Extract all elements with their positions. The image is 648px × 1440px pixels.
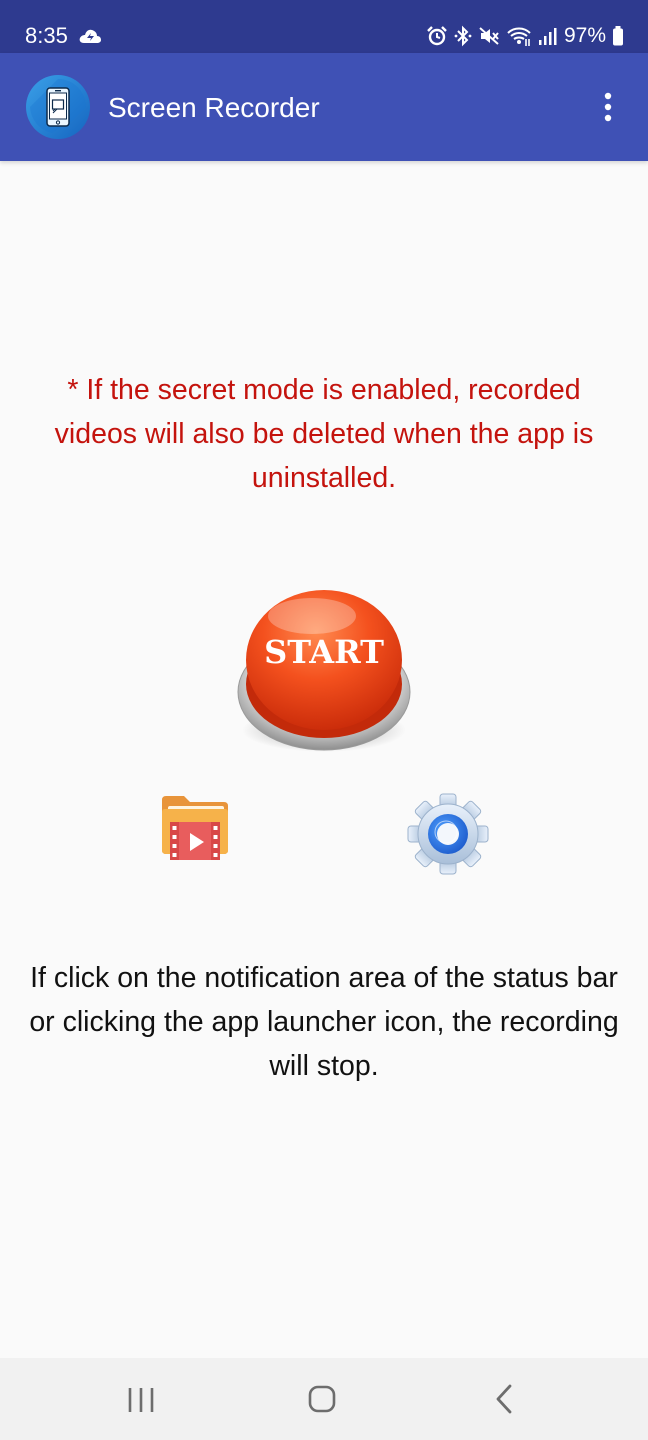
- status-bar: 8:35 97%: [0, 0, 648, 53]
- secret-mode-warning: * If the secret mode is enabled, recorde…: [54, 374, 594, 494]
- home-button[interactable]: [292, 1374, 352, 1424]
- home-icon: [308, 1385, 336, 1413]
- system-nav-bar: [0, 1358, 648, 1440]
- overflow-menu-button[interactable]: [592, 87, 624, 127]
- recording-stop-info: If click on the notification area of the…: [29, 962, 619, 1082]
- recents-button[interactable]: [112, 1374, 170, 1424]
- recents-icon: [128, 1388, 154, 1412]
- start-label: START: [264, 633, 384, 671]
- status-time: 8:35: [25, 23, 68, 48]
- back-button[interactable]: [478, 1374, 532, 1424]
- gear-icon: [407, 793, 489, 875]
- video-folder-icon: [162, 796, 228, 860]
- app-title: Screen Recorder: [108, 92, 320, 123]
- battery-percent: 97%: [563, 24, 606, 47]
- recorded-videos-button[interactable]: [158, 790, 232, 866]
- app-bar: Screen Recorder: [0, 53, 648, 161]
- bluetooth-icon: [454, 25, 472, 47]
- status-icons: 97%: [426, 22, 624, 50]
- wifi-icon: [506, 25, 532, 47]
- mute-icon: [478, 25, 500, 47]
- start-record-button[interactable]: START: [234, 580, 414, 760]
- back-icon: [496, 1384, 512, 1414]
- signal-icon: [538, 25, 558, 47]
- settings-button[interactable]: [406, 792, 490, 876]
- battery-icon: [612, 25, 624, 47]
- cloud-icon: [78, 26, 102, 46]
- screen-cast-phone-icon: [26, 75, 90, 139]
- more-vert-icon: [604, 92, 612, 122]
- alarm-icon: [426, 25, 448, 47]
